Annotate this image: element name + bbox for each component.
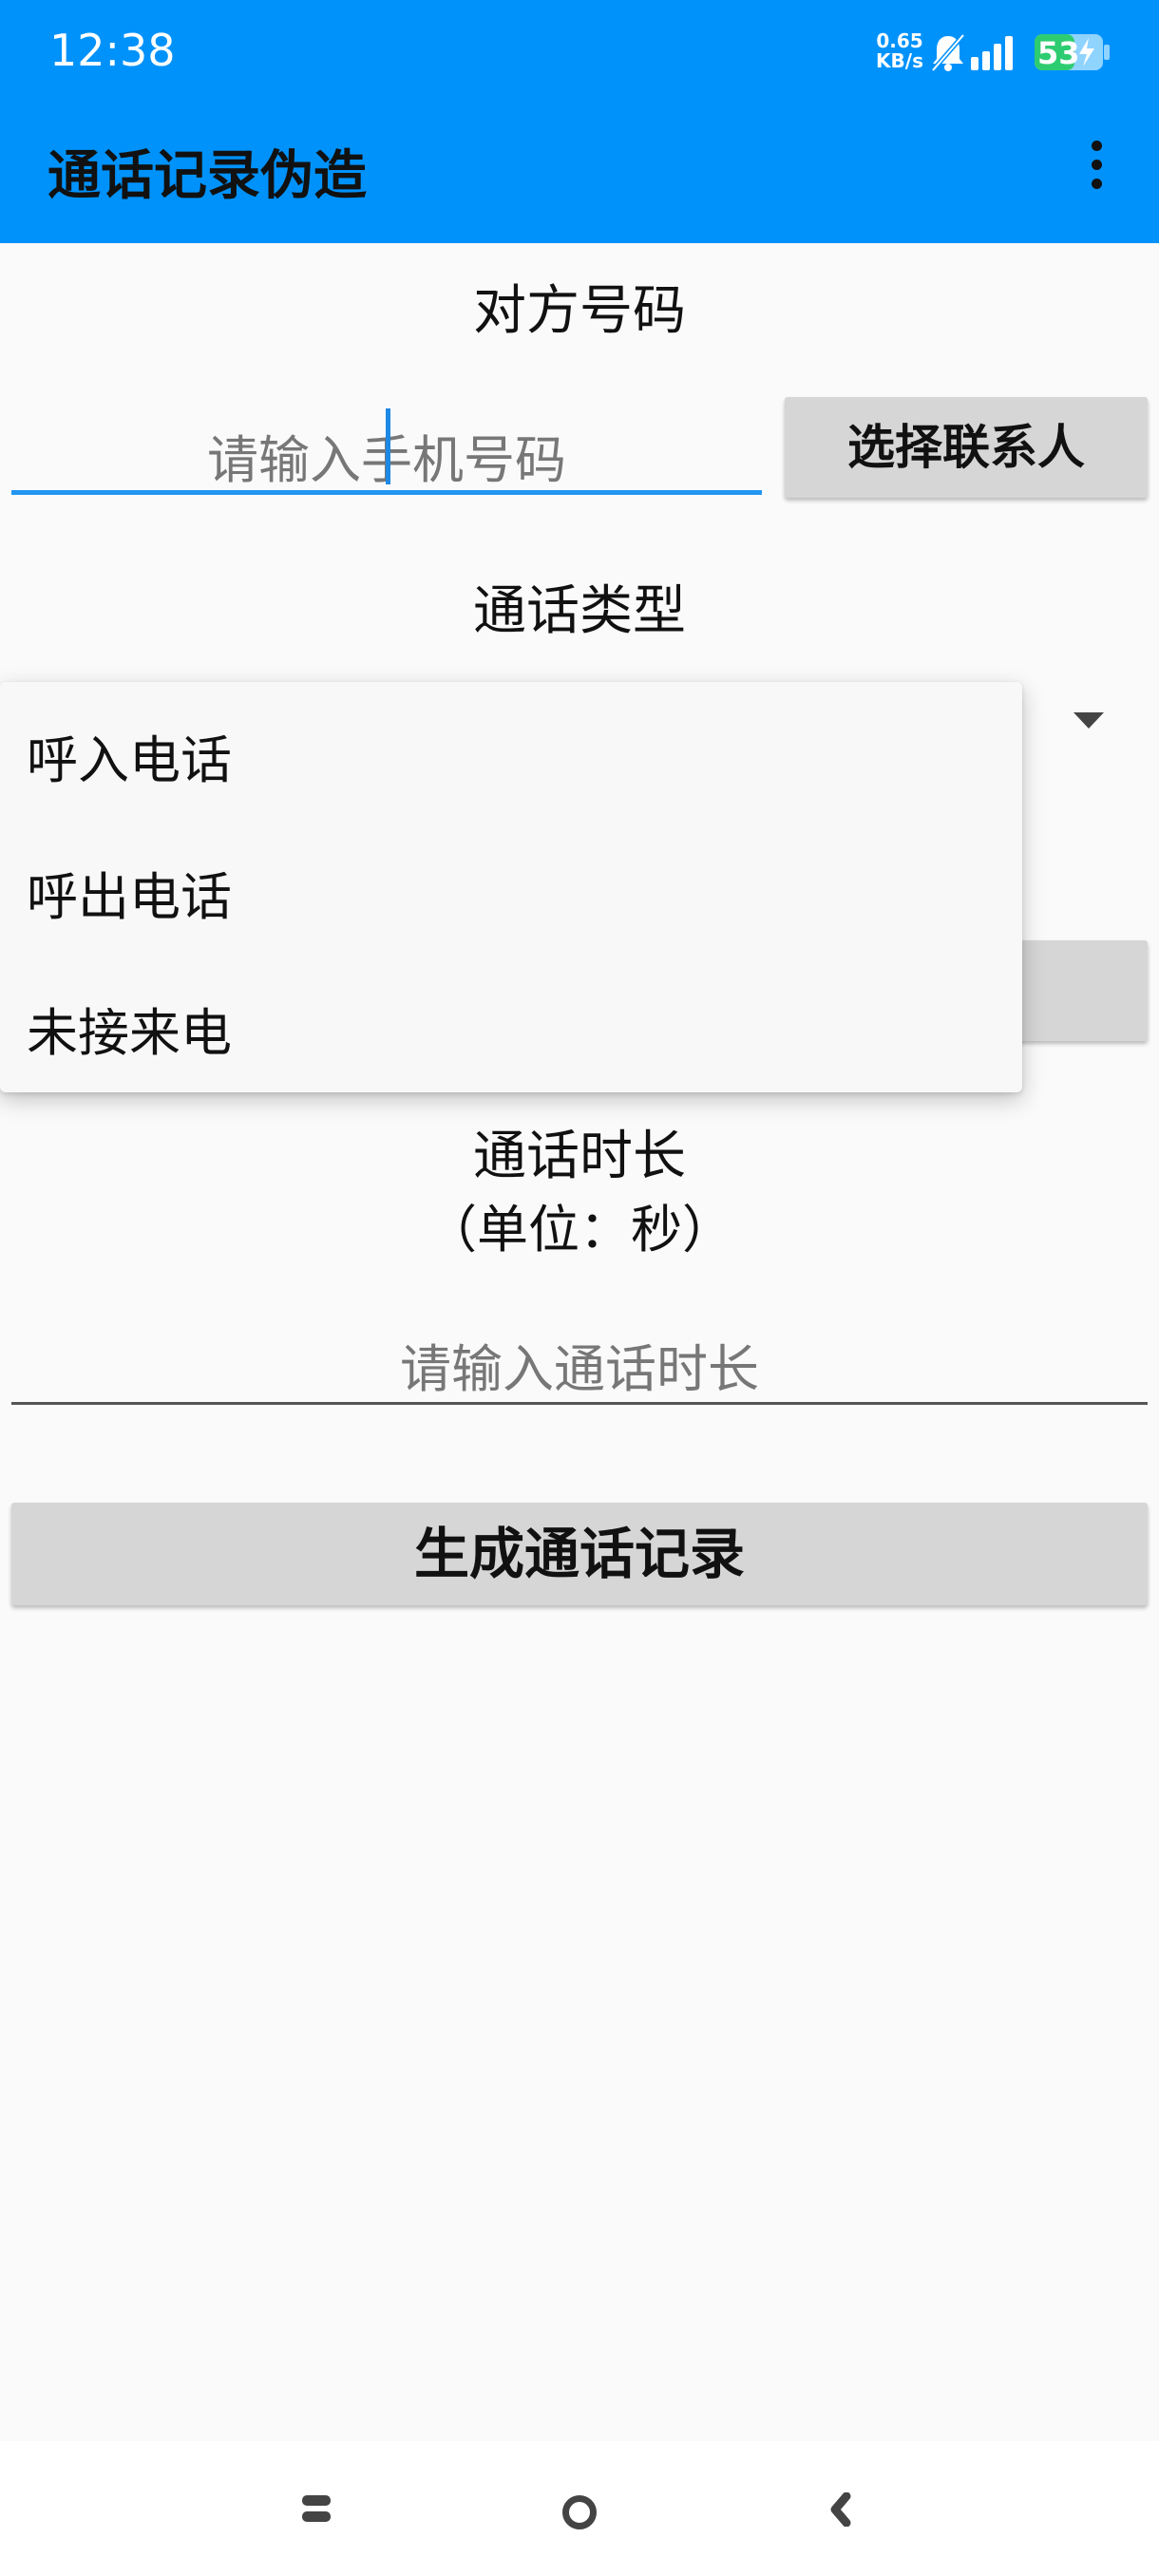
text-cursor — [386, 408, 390, 484]
duration-placeholder: 请输入通话时长 — [400, 1339, 759, 1399]
phone-label: 对方号码 — [473, 280, 686, 342]
call-type-dropdown: 呼入电话 呼出电话 未接来电 — [0, 682, 1022, 1092]
select-contact-button[interactable]: 选择联系人 — [785, 397, 1148, 498]
dropdown-option-incoming[interactable]: 呼入电话 — [27, 718, 232, 793]
dropdown-option-missed[interactable]: 未接来电 — [27, 991, 232, 1066]
dropdown-arrow-icon[interactable] — [1074, 712, 1104, 729]
network-speed-unit: KB/s — [876, 49, 923, 72]
hidden-button[interactable] — [1016, 940, 1148, 1041]
network-speed: 0.65 KB/s — [876, 31, 923, 71]
battery-level: 53 — [1037, 35, 1080, 71]
network-speed-value: 0.65 — [876, 29, 923, 52]
dropdown-option-outgoing[interactable]: 呼出电话 — [27, 855, 232, 930]
back-icon[interactable] — [829, 2492, 852, 2527]
more-vert-icon[interactable] — [1078, 137, 1116, 194]
status-time: 12:38 — [49, 25, 176, 76]
battery-charging-icon: 53 — [1034, 32, 1112, 72]
signal-icon — [971, 36, 1013, 70]
duration-label: 通话时长 — [473, 1126, 686, 1187]
call-type-label: 通话类型 — [473, 580, 686, 642]
home-icon[interactable] — [562, 2495, 597, 2529]
generate-button[interactable]: 生成通话记录 — [11, 1503, 1148, 1605]
duration-unit: （单位：秒） — [426, 1200, 733, 1260]
menu-icon[interactable] — [302, 2495, 331, 2524]
bell-muted-icon — [931, 33, 965, 72]
app-title: 通话记录伪造 — [48, 145, 367, 207]
